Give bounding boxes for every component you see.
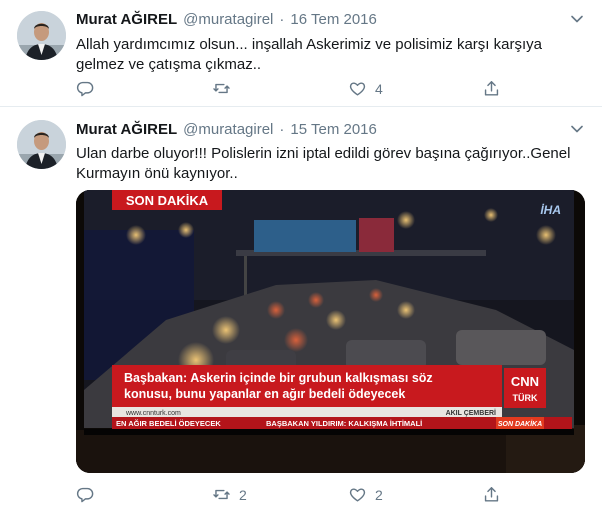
share-button[interactable] xyxy=(482,485,501,504)
iha-logo: İHA xyxy=(540,202,561,217)
tweet-media-photo[interactable]: SON DAKİKA İHA Başbakan: Askerin içinde … xyxy=(76,190,585,473)
tweet-text: Allah yardımcımız olsun... inşallah Aske… xyxy=(76,36,542,73)
site-url: www.cnnturk.com xyxy=(125,410,181,417)
ticker-right: SON DAKİKA xyxy=(498,420,542,428)
reply-button[interactable] xyxy=(76,485,103,504)
retweet-icon xyxy=(213,489,230,500)
author-handle[interactable]: @muratagirel xyxy=(183,121,273,138)
author-name[interactable]: Murat AĞIREL xyxy=(76,11,177,28)
headline-line-2: konusu, bunu yapanlar en ağır bedeli öde… xyxy=(124,387,405,401)
share-button[interactable] xyxy=(482,79,501,98)
reply-icon xyxy=(76,487,94,503)
share-icon xyxy=(484,81,499,96)
tweet-header: Murat AĞIREL @muratagirel · 16 Tem 2016 xyxy=(76,11,377,28)
network-logo-top: CNN xyxy=(511,374,539,389)
ticker-left: EN AĞIR BEDELİ ÖDEYECEK xyxy=(116,419,221,428)
retweet-count: 2 xyxy=(239,486,247,503)
tweet-text: Ulan darbe oluyor!!! Polislerin izni ipt… xyxy=(76,145,571,182)
like-button[interactable]: 4 xyxy=(348,79,383,98)
program-name: AKIL ÇEMBERİ xyxy=(446,409,496,417)
chevron-down-icon[interactable] xyxy=(570,122,584,136)
tweet-actions: 2 2 xyxy=(76,485,546,505)
retweet-icon xyxy=(213,83,230,94)
avatar[interactable] xyxy=(17,120,66,169)
headline-line-1: Başbakan: Askerin içinde bir grubun kalk… xyxy=(124,371,433,385)
reply-icon xyxy=(76,81,94,97)
tweet-actions: 4 xyxy=(76,79,546,99)
network-logo-bottom: TÜRK xyxy=(513,393,538,403)
tweet[interactable]: Murat AĞIREL @muratagirel · 15 Tem 2016 Ula… xyxy=(0,107,602,507)
author-name[interactable]: Murat AĞIREL xyxy=(76,121,177,138)
like-icon xyxy=(349,488,366,502)
tweet-date[interactable]: 16 Tem 2016 xyxy=(290,11,376,28)
like-button[interactable]: 2 xyxy=(348,485,383,504)
reply-button[interactable] xyxy=(76,79,103,98)
tweet-date[interactable]: 15 Tem 2016 xyxy=(290,121,376,138)
avatar[interactable] xyxy=(17,11,66,60)
share-icon xyxy=(484,487,499,502)
retweet-button[interactable] xyxy=(212,79,239,98)
tweet-header: Murat AĞIREL @muratagirel · 15 Tem 2016 xyxy=(76,121,377,138)
chevron-down-icon[interactable] xyxy=(570,12,584,26)
separator-dot: · xyxy=(279,11,285,28)
separator-dot: · xyxy=(279,121,285,138)
son-dakika-tag: SON DAKİKA xyxy=(126,193,209,208)
like-count: 4 xyxy=(375,80,383,97)
like-count: 2 xyxy=(375,486,383,503)
author-handle[interactable]: @muratagirel xyxy=(183,11,273,28)
tweet[interactable]: Murat AĞIREL @muratagirel · 16 Tem 2016 All… xyxy=(0,0,602,106)
retweet-button[interactable]: 2 xyxy=(212,485,247,504)
like-icon xyxy=(349,82,366,96)
ticker-middle: BAŞBAKAN YILDIRIM: KALKIŞMA İHTİMALİ xyxy=(266,419,422,428)
